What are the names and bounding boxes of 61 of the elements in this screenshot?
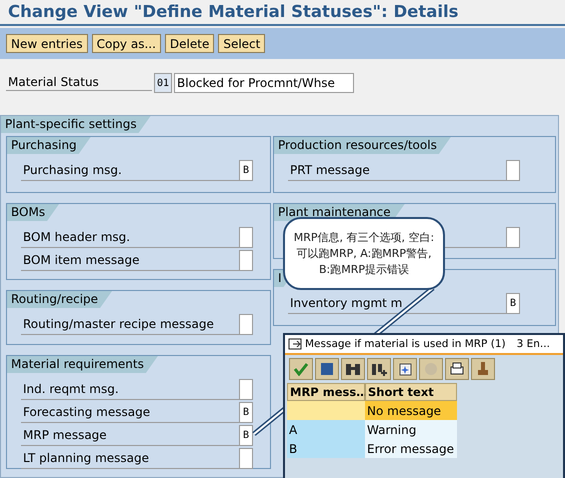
input-field[interactable]: B: [506, 293, 520, 314]
dialog-title: Message if material is used in MRP (1): [305, 338, 506, 350]
toolbar-button[interactable]: Delete: [164, 34, 214, 53]
field-label: LT planning message: [21, 451, 239, 469]
print-button[interactable]: [445, 358, 469, 380]
input-field[interactable]: [239, 250, 253, 271]
toolbar-button[interactable]: Copy as...: [92, 34, 161, 53]
field-label: Ind. reqmt msg.: [21, 382, 239, 400]
input-field[interactable]: [239, 448, 253, 469]
field-label: BOM item message: [21, 253, 239, 271]
toolbar-button[interactable]: New entries: [6, 34, 88, 53]
find-button[interactable]: [341, 358, 365, 380]
input-field[interactable]: B: [239, 160, 253, 181]
entry-count: 3 En...: [516, 338, 550, 350]
sparkle-icon: [397, 362, 413, 376]
field-label: Routing/master recipe message: [21, 317, 239, 335]
input-field[interactable]: [506, 160, 520, 181]
find-next-button[interactable]: [367, 358, 391, 380]
field-label: Inventory mgmt m: [288, 296, 506, 314]
group-title: Material requirements: [7, 356, 158, 373]
field-label: Purchasing msg.: [21, 163, 239, 181]
group-title: BOMs: [7, 204, 60, 221]
table-cell[interactable]: Warning: [365, 420, 457, 439]
table-cell[interactable]: B: [287, 439, 365, 458]
check-button[interactable]: [289, 358, 313, 380]
column-header[interactable]: Short text: [365, 383, 457, 401]
field-label: Material Status: [6, 75, 152, 91]
toolbar-button[interactable]: Select: [218, 34, 266, 53]
square-icon: [320, 362, 334, 376]
new-button[interactable]: [393, 358, 417, 380]
input-field[interactable]: [239, 227, 253, 248]
table-cell[interactable]: No message: [365, 401, 457, 420]
binoculars-plus-icon: [371, 362, 387, 376]
check-icon: [293, 362, 309, 376]
table-cell[interactable]: [287, 401, 365, 420]
field-label: PRT message: [288, 163, 506, 181]
select-button[interactable]: [315, 358, 339, 380]
binoculars-icon: [345, 362, 361, 376]
table-cell[interactable]: Error message: [365, 439, 457, 458]
input-field[interactable]: B: [239, 402, 253, 423]
input-field[interactable]: [506, 227, 520, 248]
field-label: Forecasting message: [21, 405, 239, 423]
code-field[interactable]: 01: [154, 73, 172, 93]
window-icon: [288, 338, 302, 350]
input-field[interactable]: B: [239, 425, 253, 446]
field-label: MRP message: [21, 428, 239, 446]
field-label: BOM header msg.: [21, 230, 239, 248]
printer-icon: [449, 362, 465, 376]
table-cell[interactable]: A: [287, 420, 365, 439]
group-title: Production resources/tools: [274, 137, 451, 154]
page-title: Change View "Define Material Statuses": Details: [0, 0, 565, 26]
input-field[interactable]: [239, 314, 253, 335]
section-title: Plant-specific settings: [1, 116, 151, 133]
column-header[interactable]: MRP mess…: [287, 383, 365, 401]
filter-button[interactable]: [471, 358, 495, 380]
group-title: Purchasing: [7, 137, 91, 154]
input-field[interactable]: [239, 379, 253, 400]
group-title: Routing/recipe: [7, 291, 112, 308]
stamp-icon: [476, 361, 490, 377]
description-field[interactable]: Blocked for Procmnt/Whse: [174, 73, 354, 93]
callout-text: MRP信息, 有三个选项, 空白:可以跑MRP, A:跑MRP警告, B:跑MRP提示错误: [293, 230, 435, 278]
